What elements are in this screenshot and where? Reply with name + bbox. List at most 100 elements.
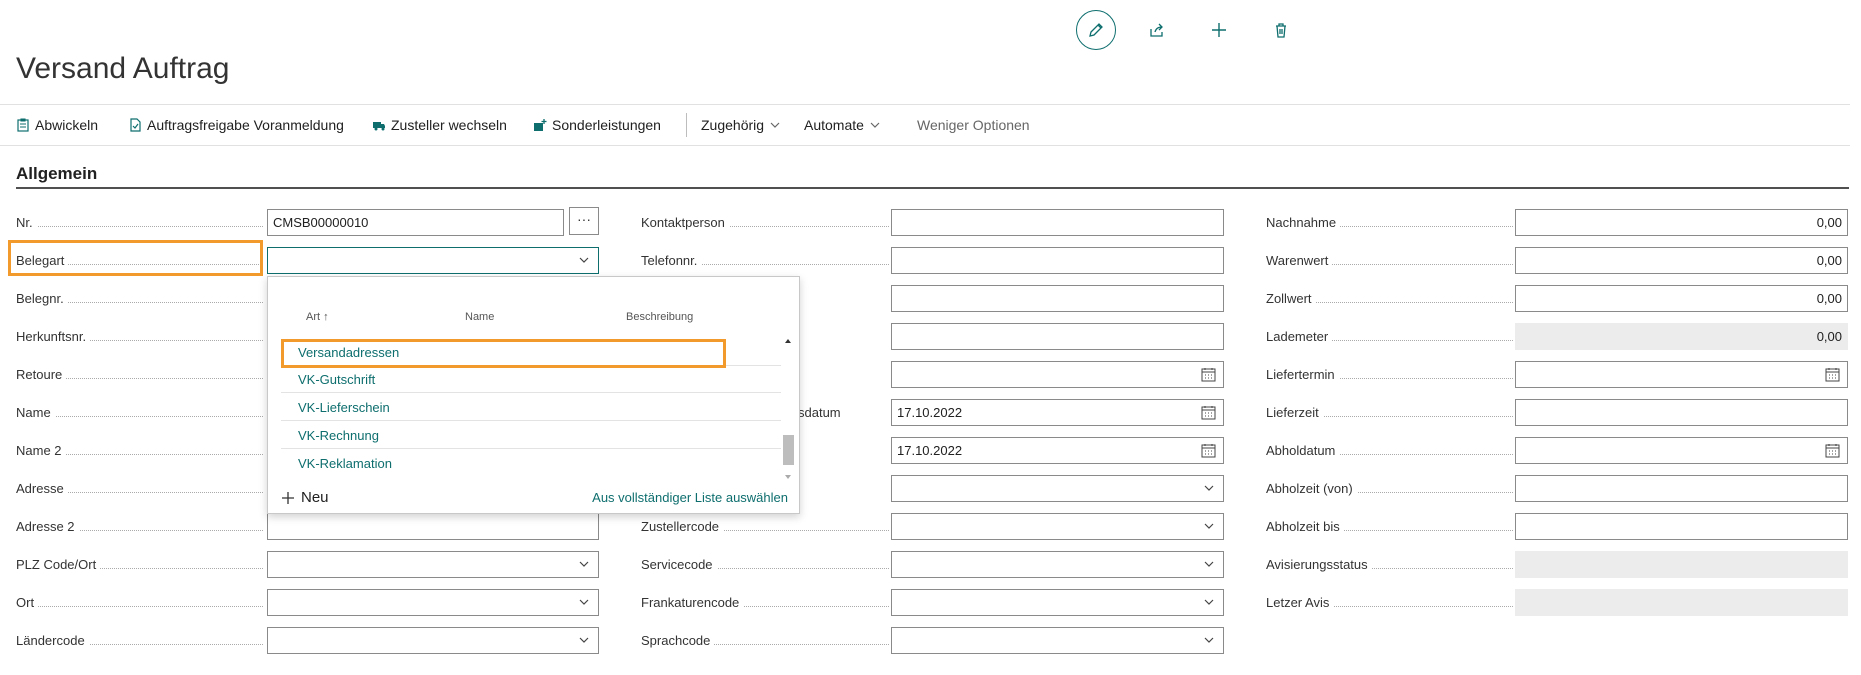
plz-label: PLZ Code/Ort	[16, 555, 263, 575]
abholzeit-bis-label: Abholzeit bis	[1266, 517, 1513, 537]
calendar-icon[interactable]	[1825, 367, 1840, 382]
belegart-select[interactable]	[267, 247, 599, 274]
chevron-down-icon	[1204, 485, 1214, 491]
abholzeit-bis-input[interactable]	[1515, 513, 1848, 540]
automate-menu[interactable]: Automate	[804, 117, 881, 133]
laendercode-label: Ländercode	[16, 631, 263, 651]
calendar-icon[interactable]	[1201, 443, 1216, 458]
servicecode-label: Servicecode	[641, 555, 889, 575]
page-title: Versand Auftrag	[16, 52, 230, 85]
add-button[interactable]	[1199, 10, 1239, 50]
frankaturencode-select[interactable]	[891, 589, 1224, 616]
nr-more-button[interactable]: ···	[569, 207, 599, 235]
automate-label: Automate	[804, 117, 864, 133]
calendar-icon[interactable]	[1201, 367, 1216, 382]
belegnr-label: Belegnr.	[16, 289, 263, 309]
sort-ascending-icon: ↑	[323, 311, 329, 323]
plz-select[interactable]	[267, 551, 599, 578]
dropdown-option[interactable]: VK-Rechnung	[281, 422, 781, 449]
plus-icon	[282, 491, 294, 504]
dropdown-new-button[interactable]: Neu	[281, 489, 329, 506]
document-check-icon	[130, 118, 141, 132]
calendar-icon[interactable]	[1825, 443, 1840, 458]
share-icon	[1150, 23, 1163, 37]
servicecode-select[interactable]	[891, 551, 1224, 578]
kontaktperson-label: Kontaktperson	[641, 213, 889, 233]
chevron-down-icon	[579, 599, 589, 605]
avisierungsstatus-label: Avisierungsstatus	[1266, 555, 1513, 575]
dd-header-art[interactable]: Art ↑	[306, 311, 329, 323]
avisierungsstatus-value	[1515, 551, 1848, 578]
nr-input[interactable]: CMSB00000010	[267, 209, 564, 236]
frankaturencode-label: Frankaturencode	[641, 593, 889, 613]
edit-button[interactable]	[1076, 10, 1116, 50]
chevron-down-icon	[579, 561, 589, 567]
adresse2-input[interactable]	[267, 513, 599, 540]
zugehoerig-menu[interactable]: Zugehörig	[701, 117, 781, 133]
abholzeit-von-input[interactable]	[1515, 475, 1848, 502]
datum2-input[interactable]: 17.10.2022	[891, 437, 1224, 464]
weniger-optionen-label: Weniger Optionen	[917, 117, 1030, 133]
weniger-optionen-button[interactable]: Weniger Optionen	[917, 117, 1030, 133]
nachnahme-label: Nachnahme	[1266, 213, 1513, 233]
laendercode-select[interactable]	[267, 627, 599, 654]
share-button[interactable]	[1137, 10, 1177, 50]
name2-label: Name 2	[16, 441, 263, 461]
dropdown-option[interactable]: VK-Lieferschein	[281, 394, 781, 421]
section-allgemein-title: Allgemein	[16, 164, 98, 183]
adresse2-label: Adresse 2	[16, 517, 263, 537]
sprachcode-label: Sprachcode	[641, 631, 889, 651]
abwickeln-button[interactable]: Abwickeln	[16, 117, 98, 133]
abholdatum-input[interactable]	[1515, 437, 1848, 464]
zustellercode-label: Zustellercode	[641, 517, 889, 537]
add-icon	[1212, 23, 1226, 37]
warenwert-input[interactable]: 0,00	[1515, 247, 1848, 274]
letzer-avis-value	[1515, 589, 1848, 616]
sonderleistungen-button[interactable]: Sonderleistungen	[533, 117, 661, 133]
herkunftsnr-label: Herkunftsnr.	[16, 327, 263, 347]
auftragsfreigabe-button[interactable]: Auftragsfreigabe Voranmeldung	[128, 117, 344, 133]
dd-header-beschreibung[interactable]: Beschreibung	[626, 311, 693, 323]
scrollbar-thumb[interactable]	[783, 435, 794, 465]
sprachcode-select[interactable]	[891, 627, 1224, 654]
action-separator	[686, 113, 687, 137]
dropdown-option[interactable]: VK-Reklamation	[281, 450, 781, 477]
kontaktperson-input[interactable]	[891, 209, 1224, 236]
lieferzeit-label: Lieferzeit	[1266, 403, 1513, 423]
name-label: Name	[16, 403, 263, 423]
telefonnr-input[interactable]	[891, 247, 1224, 274]
col2-date-field-5[interactable]	[891, 361, 1224, 388]
zollwert-input[interactable]: 0,00	[1515, 285, 1848, 312]
truck-icon	[373, 122, 385, 131]
abholzeit-von-label: Abholzeit (von)	[1266, 479, 1513, 499]
liefertermin-label: Liefertermin	[1266, 365, 1513, 385]
col2-select-8[interactable]	[891, 475, 1224, 502]
action-bar: Abwickeln Auftragsfreigabe Voranmeldung …	[0, 104, 1850, 146]
delete-button[interactable]	[1261, 10, 1301, 50]
zustellercode-select[interactable]	[891, 513, 1224, 540]
dropdown-option[interactable]: VK-Gutschrift	[281, 366, 781, 393]
lieferzeit-input[interactable]	[1515, 399, 1848, 426]
nachnahme-input[interactable]: 0,00	[1515, 209, 1848, 236]
zusteller-wechseln-label: Zusteller wechseln	[391, 117, 507, 133]
select-from-full-list-link[interactable]: Aus vollständiger Liste auswählen	[592, 490, 788, 505]
zollwert-label: Zollwert	[1266, 289, 1513, 309]
chevron-down-icon	[1204, 523, 1214, 529]
ort-label: Ort	[16, 593, 263, 613]
chevron-down-icon	[870, 122, 880, 128]
zugehoerig-label: Zugehörig	[701, 117, 765, 133]
liefertermin-input[interactable]	[1515, 361, 1848, 388]
zusteller-wechseln-button[interactable]: Zusteller wechseln	[372, 117, 507, 133]
chevron-down-icon	[579, 637, 589, 643]
ort-select[interactable]	[267, 589, 599, 616]
col2-field-3[interactable]	[891, 285, 1224, 312]
dd-header-name[interactable]: Name	[465, 311, 494, 323]
section-divider	[16, 187, 1849, 189]
col2-field-4[interactable]	[891, 323, 1224, 350]
belegart-dropdown: Art ↑ Name Beschreibung Versandadressen …	[267, 276, 800, 514]
datum1-input[interactable]: 17.10.2022	[891, 399, 1224, 426]
retoure-label: Retoure	[16, 365, 263, 385]
letzer-avis-label: Letzer Avis	[1266, 593, 1513, 613]
calendar-icon[interactable]	[1201, 405, 1216, 420]
auftragsfreigabe-label: Auftragsfreigabe Voranmeldung	[147, 117, 344, 133]
